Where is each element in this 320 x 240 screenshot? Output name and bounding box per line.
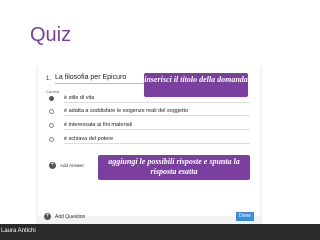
answer-input[interactable]: è schiava del potere	[64, 136, 250, 144]
author-label: Laura Antichi	[1, 228, 36, 234]
plus-circle-icon: +	[44, 213, 51, 220]
answers-hint-callout: aggiungi le possibili risposte e spunta …	[98, 155, 250, 180]
plus-circle-icon: +	[49, 162, 56, 169]
title-hint-callout: inserisci il titolo della domanda	[144, 73, 248, 97]
slide-title: Quiz	[30, 24, 72, 46]
add-answer-label: Add Answer	[60, 163, 85, 168]
answer-row: è schiava del potere	[46, 136, 258, 145]
editor-footer: + Add Question Done	[38, 211, 260, 223]
correct-label: Correct	[46, 89, 60, 94]
done-button[interactable]: Done	[236, 212, 254, 221]
radio-icon[interactable]	[49, 109, 54, 114]
question-title-input[interactable]: La filosofia per Epicuro	[55, 73, 151, 84]
question-number: 1.	[46, 76, 52, 82]
add-question-label: Add Question	[55, 214, 86, 220]
answer-input[interactable]: è adatta a soddisfare le esigenze reali …	[64, 108, 250, 116]
footer-strip	[0, 224, 320, 240]
answer-row: è adatta a soddisfare le esigenze reali …	[46, 108, 258, 117]
radio-icon[interactable]	[49, 137, 54, 142]
radio-icon[interactable]	[49, 96, 54, 101]
radio-icon[interactable]	[49, 123, 54, 128]
answer-input[interactable]: è interessata ai fini materiali	[64, 122, 250, 130]
answer-row: è interessata ai fini materiali	[46, 122, 258, 131]
